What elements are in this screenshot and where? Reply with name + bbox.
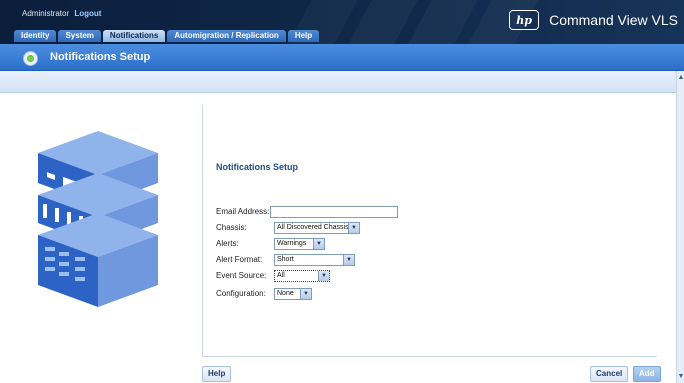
alert-format-select-value: Short xyxy=(277,256,294,263)
chevron-down-icon: ▼ xyxy=(300,288,311,299)
hp-logo: hp xyxy=(509,10,540,30)
tab-system[interactable]: System xyxy=(58,30,101,42)
alerts-select-value: Warnings xyxy=(277,240,307,247)
cancel-button[interactable]: Cancel xyxy=(590,366,629,382)
chevron-down-icon: ▼ xyxy=(343,254,354,265)
header-decoration xyxy=(408,0,478,44)
alerts-select[interactable]: Warnings ▼ xyxy=(274,237,325,250)
configuration-select-value: None xyxy=(277,290,294,297)
tab-notifications[interactable]: Notifications xyxy=(102,30,166,42)
content-divider xyxy=(202,105,203,357)
chevron-down-icon: ▼ xyxy=(318,270,329,281)
vertical-scrollbar[interactable]: ▲ ▼ xyxy=(676,71,684,383)
alerts-label: Alerts: xyxy=(216,239,239,248)
chassis-select-value: All Discovered Chassis xyxy=(277,224,349,231)
event-source-label: Event Source: xyxy=(216,271,267,280)
chassis-label: Chassis: xyxy=(216,223,247,232)
main-tabs: Identity System Notifications Automigrat… xyxy=(14,30,320,42)
app-title: Command View VLS xyxy=(549,12,678,28)
header-decoration xyxy=(348,0,418,44)
event-source-row: Event Source: All ▼ xyxy=(216,269,330,282)
scroll-up-icon[interactable]: ▲ xyxy=(677,73,684,82)
page-title: Notifications Setup xyxy=(50,51,151,63)
logout-link[interactable]: Logout xyxy=(74,9,101,18)
app-header: Administrator Logout hp Command View VLS… xyxy=(0,0,684,44)
user-name: Administrator xyxy=(22,9,70,18)
chevron-down-icon: ▼ xyxy=(348,222,359,233)
alert-format-label: Alert Format: xyxy=(216,255,263,264)
email-address-input[interactable] xyxy=(270,205,399,218)
event-source-select-value: All xyxy=(277,272,285,279)
brand: hp Command View VLS xyxy=(509,10,678,30)
alert-format-select[interactable]: Short ▼ xyxy=(274,253,355,266)
tab-identity[interactable]: Identity xyxy=(14,30,57,42)
email-row: Email Address: xyxy=(216,205,399,218)
user-info: Administrator Logout xyxy=(22,9,101,18)
chassis-select[interactable]: All Discovered Chassis ▼ xyxy=(274,221,360,234)
chevron-down-icon: ▼ xyxy=(313,238,324,249)
configuration-select[interactable]: None ▼ xyxy=(274,287,312,300)
tab-automigration-replication[interactable]: Automigration / Replication xyxy=(167,30,286,42)
form-title: Notifications Setup xyxy=(216,162,299,172)
configuration-label: Configuration: xyxy=(216,289,266,298)
tab-help[interactable]: Help xyxy=(287,30,320,42)
sub-header-bar xyxy=(0,71,676,93)
event-source-select[interactable]: All ▼ xyxy=(274,269,330,282)
server-stack-illustration xyxy=(38,131,158,307)
configuration-row: Configuration: None ▼ xyxy=(216,287,312,300)
alerts-row: Alerts: Warnings ▼ xyxy=(216,237,325,250)
help-button[interactable]: Help xyxy=(202,366,232,382)
email-label: Email Address: xyxy=(216,207,270,216)
scroll-down-icon[interactable]: ▼ xyxy=(677,372,684,381)
add-button[interactable]: Add xyxy=(633,366,661,382)
chassis-row: Chassis: All Discovered Chassis ▼ xyxy=(216,221,360,234)
footer-divider xyxy=(202,356,657,357)
alert-format-row: Alert Format: Short ▼ xyxy=(216,253,355,266)
notifications-icon xyxy=(23,51,38,66)
page-title-bar: Notifications Setup xyxy=(0,44,684,71)
